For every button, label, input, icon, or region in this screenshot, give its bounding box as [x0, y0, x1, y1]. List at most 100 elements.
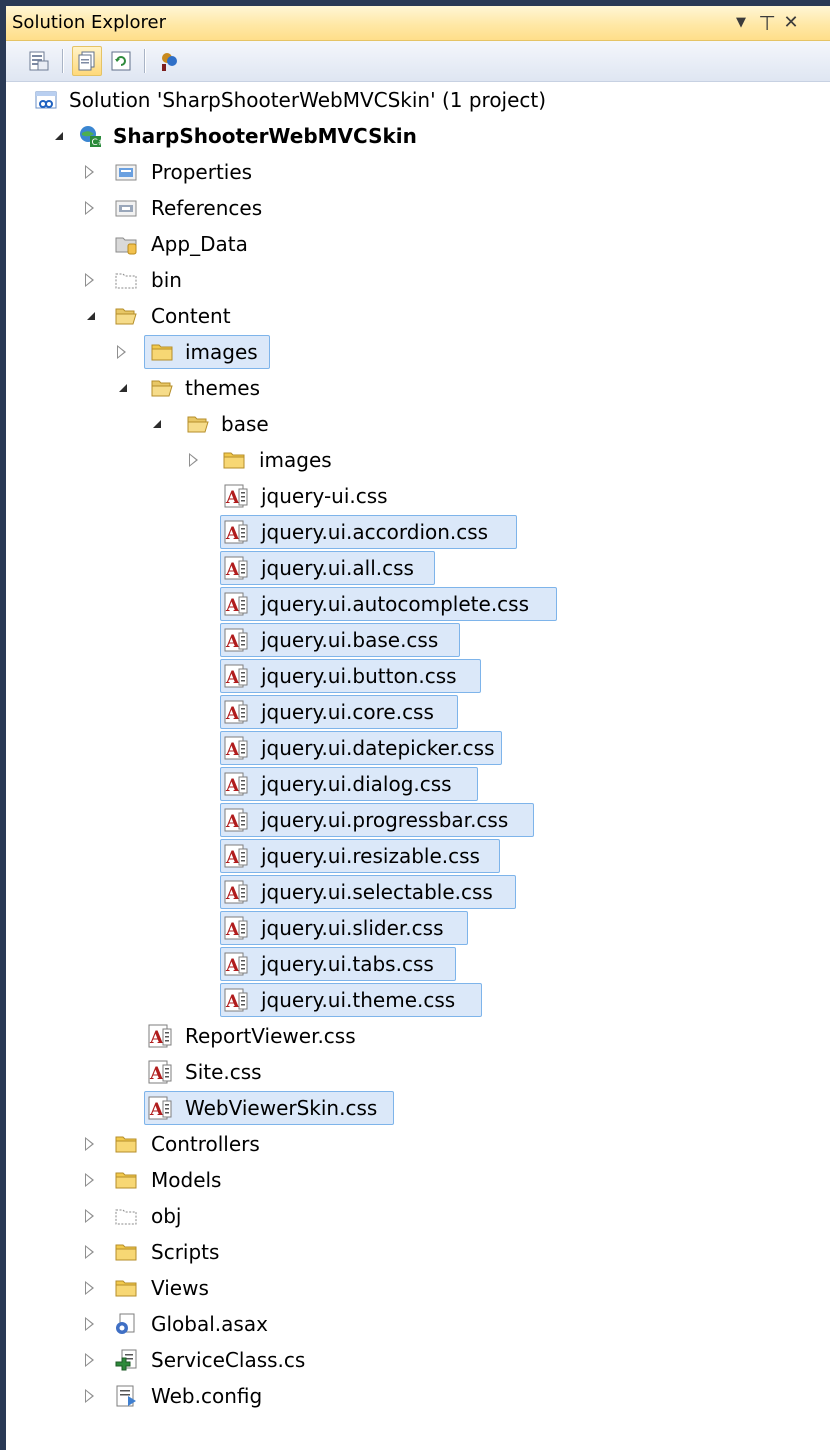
collapsed-arrow-icon[interactable] — [82, 1281, 96, 1295]
tree-node-base-images[interactable]: images — [6, 442, 830, 478]
expanded-arrow-icon[interactable] — [50, 129, 64, 143]
collapsed-arrow-icon[interactable] — [82, 1317, 96, 1331]
class-diagram-button[interactable] — [154, 46, 184, 76]
tree-node-css-file[interactable]: A jquery.ui.all.css — [6, 550, 830, 586]
properties-icon — [29, 51, 49, 71]
class-diagram-icon — [162, 53, 177, 71]
tree-node-css-file[interactable]: A jquery.ui.accordion.css — [6, 514, 830, 550]
excluded-folder-icon — [115, 1209, 137, 1225]
svg-text:A: A — [225, 884, 240, 904]
css-file-icon: A — [224, 844, 248, 868]
pin-icon[interactable]: ⊥ — [756, 6, 778, 40]
properties-folder-icon — [115, 164, 137, 181]
tree-node-themes[interactable]: themes — [6, 370, 830, 406]
refresh-button[interactable] — [106, 46, 136, 76]
tree-node-project[interactable]: C# SharpShooterWebMVCSkin — [6, 118, 830, 154]
tree-node-css-file[interactable]: A WebViewerSkin.css — [6, 1090, 830, 1126]
tree-node-views[interactable]: Views — [6, 1270, 830, 1306]
refresh-icon — [111, 51, 131, 71]
collapsed-arrow-icon[interactable] — [82, 1137, 96, 1151]
folder-icon — [115, 1244, 137, 1261]
tree-node-css-file[interactable]: A jquery.ui.tabs.css — [6, 946, 830, 982]
tree-node-app-data[interactable]: App_Data — [6, 226, 830, 262]
tree-node-label: Content — [151, 304, 231, 328]
tree-node-css-file[interactable]: A jquery-ui.css — [6, 478, 830, 514]
tree-node-css-file[interactable]: A jquery.ui.button.css — [6, 658, 830, 694]
collapsed-arrow-icon[interactable] — [82, 1209, 96, 1223]
tree-node-bin[interactable]: bin — [6, 262, 830, 298]
tree-node-solution[interactable]: Solution 'SharpShooterWebMVCSkin' (1 pro… — [6, 82, 830, 118]
references-icon — [115, 200, 137, 217]
tree-node-label: ReportViewer.css — [185, 1024, 356, 1048]
toolbar-separator — [144, 49, 146, 73]
tree-node-label: jquery.ui.resizable.css — [261, 844, 480, 868]
css-file-icon: A — [224, 556, 248, 580]
tree-node-content-images[interactable]: images — [6, 334, 830, 370]
tree-node-global-asax[interactable]: Global.asax — [6, 1306, 830, 1342]
tree-node-css-file[interactable]: A jquery.ui.slider.css — [6, 910, 830, 946]
tree-node-css-file[interactable]: A jquery.ui.autocomplete.css — [6, 586, 830, 622]
collapsed-arrow-icon[interactable] — [82, 1173, 96, 1187]
tree-node-service-class[interactable]: ServiceClass.cs — [6, 1342, 830, 1378]
css-file-icon: A — [224, 664, 248, 688]
collapsed-arrow-icon[interactable] — [114, 345, 128, 359]
tree-node-css-file[interactable]: A jquery.ui.selectable.css — [6, 874, 830, 910]
tree-node-web-config[interactable]: Web.config — [6, 1378, 830, 1414]
close-icon[interactable]: ✕ — [780, 6, 802, 40]
collapsed-arrow-icon[interactable] — [82, 1389, 96, 1403]
window-title: Solution Explorer — [12, 12, 166, 33]
tree-node-label: References — [151, 196, 263, 220]
expanded-arrow-icon[interactable] — [114, 381, 128, 395]
tree-node-css-file[interactable]: A jquery.ui.resizable.css — [6, 838, 830, 874]
svg-text:A: A — [225, 632, 240, 652]
tree-node-label: Models — [151, 1168, 222, 1192]
tree-node-controllers[interactable]: Controllers — [6, 1126, 830, 1162]
open-folder-icon — [115, 308, 137, 325]
folder-icon — [151, 344, 173, 361]
tree-node-css-file[interactable]: A Site.css — [6, 1054, 830, 1090]
collapsed-arrow-icon[interactable] — [82, 1353, 96, 1367]
svg-text:A: A — [149, 1028, 164, 1048]
tree-node-label: Site.css — [185, 1060, 262, 1084]
tree-node-label: App_Data — [151, 232, 248, 256]
tree-node-scripts[interactable]: Scripts — [6, 1234, 830, 1270]
collapsed-arrow-icon[interactable] — [82, 1245, 96, 1259]
dropdown-icon[interactable]: ▼ — [730, 6, 752, 40]
tree-node-obj[interactable]: obj — [6, 1198, 830, 1234]
css-file-icon: A — [224, 628, 248, 652]
tree-node-references[interactable]: References — [6, 190, 830, 226]
folder-icon — [115, 1172, 137, 1189]
tree-node-css-file[interactable]: A jquery.ui.theme.css — [6, 982, 830, 1018]
css-file-icon: A — [148, 1096, 172, 1120]
tree-node-content[interactable]: Content — [6, 298, 830, 334]
expanded-arrow-icon[interactable] — [82, 309, 96, 323]
collapsed-arrow-icon[interactable] — [186, 453, 200, 467]
tree-node-label: Controllers — [151, 1132, 260, 1156]
svg-text:A: A — [225, 992, 240, 1012]
svg-text:C#: C# — [92, 138, 103, 148]
tree-node-css-file[interactable]: A jquery.ui.datepicker.css — [6, 730, 830, 766]
svg-text:A: A — [225, 704, 240, 724]
tree-node-css-file[interactable]: A jquery.ui.dialog.css — [6, 766, 830, 802]
collapsed-arrow-icon[interactable] — [82, 165, 96, 179]
expanded-arrow-icon[interactable] — [148, 417, 162, 431]
tree-node-css-file[interactable]: A jquery.ui.core.css — [6, 694, 830, 730]
css-file-icon: A — [224, 952, 248, 976]
css-file-icon: A — [224, 736, 248, 760]
show-all-files-button[interactable] — [72, 46, 102, 76]
css-file-icon: A — [148, 1024, 172, 1048]
tree-node-properties[interactable]: Properties — [6, 154, 830, 190]
title-bar: Solution Explorer ▼ ⊥ ✕ — [6, 6, 830, 41]
tree-node-base[interactable]: base — [6, 406, 830, 442]
collapsed-arrow-icon[interactable] — [82, 201, 96, 215]
tree-node-label: jquery.ui.core.css — [261, 700, 434, 724]
tree-node-css-file[interactable]: A jquery.ui.progressbar.css — [6, 802, 830, 838]
css-file-icon: A — [224, 916, 248, 940]
tree-node-css-file[interactable]: A ReportViewer.css — [6, 1018, 830, 1054]
properties-button[interactable] — [24, 46, 54, 76]
css-file-icon: A — [148, 1060, 172, 1084]
excluded-folder-icon — [115, 273, 137, 289]
tree-node-css-file[interactable]: A jquery.ui.base.css — [6, 622, 830, 658]
tree-node-models[interactable]: Models — [6, 1162, 830, 1198]
collapsed-arrow-icon[interactable] — [82, 273, 96, 287]
